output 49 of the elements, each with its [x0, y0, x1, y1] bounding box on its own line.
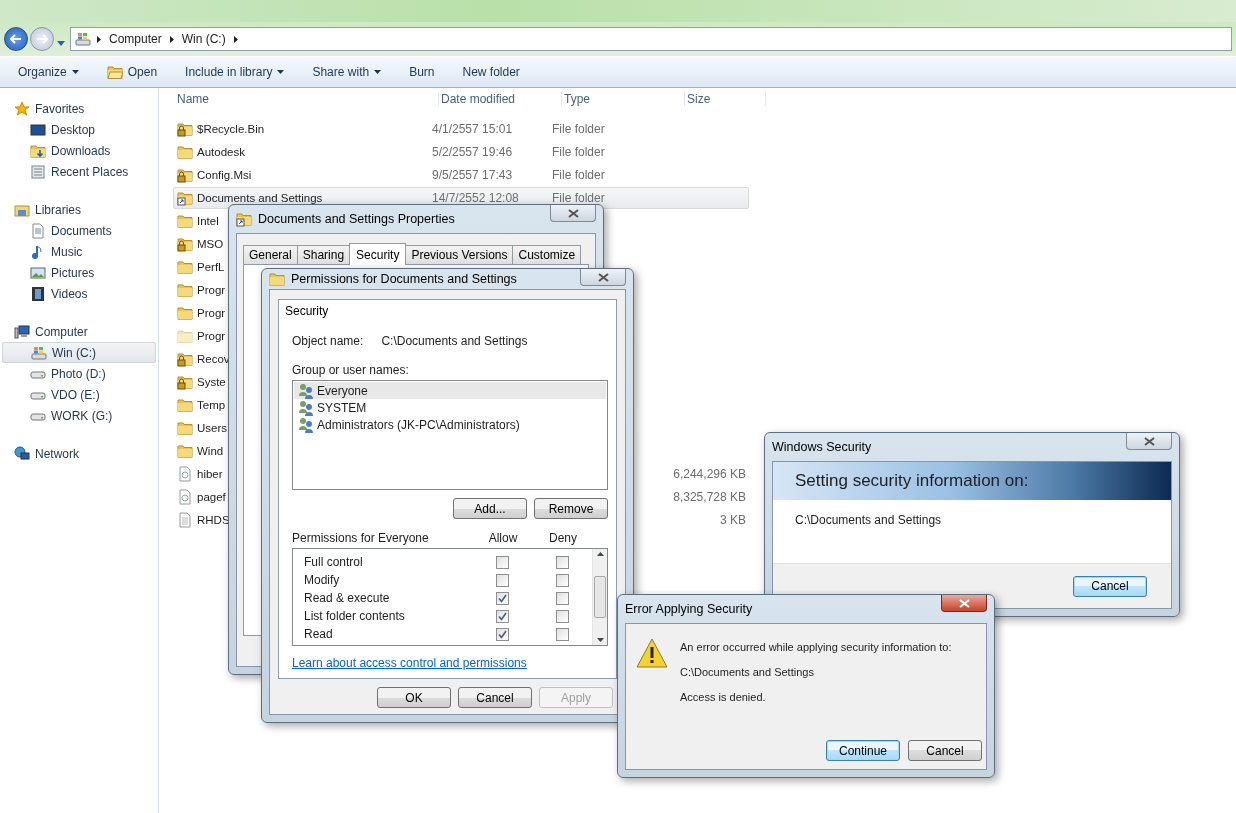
- field-label: Group or user names:: [292, 363, 410, 377]
- file-name: pagef: [197, 491, 226, 503]
- file-size: 6,244,296 KB: [672, 467, 746, 481]
- error-message: An error occurred while applying security information to:: [680, 641, 952, 653]
- file-type: File folder: [552, 122, 606, 136]
- file-name: MSO: [197, 238, 224, 250]
- file-name: Temp: [197, 399, 226, 411]
- window-title: Documents and Settings Properties: [258, 212, 456, 226]
- file-name: Progr: [197, 330, 226, 342]
- file-name: Progr: [197, 307, 226, 319]
- file-name: $Recycle.Bin: [197, 123, 265, 135]
- permission-name: List folder contents: [304, 609, 406, 623]
- file-name: PerfL: [197, 261, 225, 273]
- file-type: File folder: [552, 168, 606, 182]
- file-name: Autodesk: [197, 146, 245, 158]
- date-modified: 4/1/2557 15:01: [432, 122, 514, 136]
- file-type: File folder: [552, 145, 606, 159]
- file-name: Syste: [197, 376, 226, 388]
- field-label: Object name:: [292, 334, 364, 348]
- file-name: RHDS: [197, 514, 230, 526]
- file-name: Wind: [197, 445, 224, 457]
- object-path: C:\Documents and Settings: [794, 512, 943, 529]
- file-name: Config.Msi: [197, 169, 252, 181]
- file-name: Intel: [197, 215, 219, 227]
- window-title: Windows Security: [772, 440, 873, 454]
- file-name: Progr: [197, 284, 226, 296]
- file-name: Recov: [197, 353, 230, 365]
- file-name: hiber: [197, 468, 223, 480]
- permission-name: Modify: [304, 573, 341, 587]
- file-type: File folder: [552, 191, 606, 205]
- file-size: 3 KB: [719, 513, 746, 527]
- date-modified: 14/7/2552 12:08: [432, 191, 520, 205]
- banner-heading: Setting security information on:: [773, 462, 1171, 500]
- permission-name: Read & execute: [304, 591, 391, 605]
- permission-name: Full control: [304, 555, 364, 569]
- file-name: Users: [197, 422, 228, 434]
- window-title: Permissions for Documents and Settings: [291, 272, 518, 286]
- permission-name: Read: [304, 627, 334, 641]
- error-detail: Access is denied.: [680, 691, 767, 703]
- column-header: Deny: [548, 531, 578, 545]
- file-size: 8,325,728 KB: [672, 490, 746, 504]
- file-name: Documents and Settings: [197, 192, 323, 204]
- date-modified: 5/2/2557 19:46: [432, 145, 514, 159]
- window-title: Error Applying Security: [625, 602, 754, 616]
- object-path: C:\Documents and Settings: [680, 666, 815, 678]
- column-header: Allow: [487, 531, 519, 545]
- date-modified: 9/5/2557 17:43: [432, 168, 514, 182]
- field-label: Permissions for Everyone: [292, 531, 430, 545]
- object-path: C:\Documents and Settings: [381, 334, 528, 348]
